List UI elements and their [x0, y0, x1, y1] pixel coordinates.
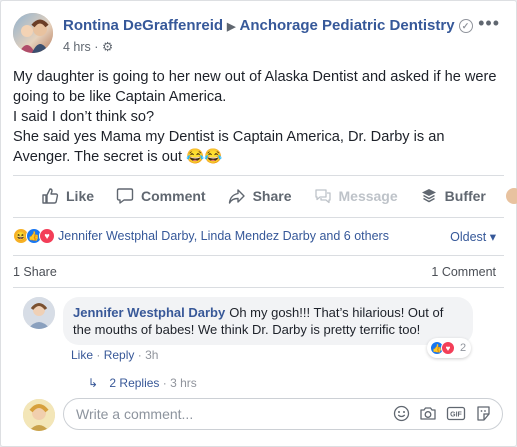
comment-bubble-icon — [116, 188, 134, 204]
messenger-icon — [314, 189, 331, 204]
post-body: My daughter is going to her new out of A… — [13, 67, 503, 167]
post-body-line: She said yes Mama my Dentist is Captain … — [13, 129, 448, 165]
view-replies-link[interactable]: ↳ 2 Replies · 3 hrs — [88, 376, 197, 390]
comment-sort-dropdown[interactable]: Oldest ▾ — [450, 229, 496, 244]
post-as-selector[interactable]: ▼ — [505, 188, 517, 204]
post-action-bar: Like Comment Share Message Buffer ▼ — [13, 181, 517, 211]
comment-count-link[interactable]: 1 Comment — [431, 265, 496, 279]
comment-button[interactable]: Comment — [116, 187, 206, 205]
comment-reaction-count: 2 — [460, 342, 467, 354]
comment-input-placeholder: Write a comment... — [76, 406, 194, 422]
like-button[interactable]: Like — [41, 187, 94, 205]
svg-text:GIF: GIF — [450, 412, 462, 419]
current-user-avatar[interactable] — [23, 399, 55, 431]
shared-to-arrow-icon: ▶ — [227, 21, 236, 33]
sticker-icon[interactable] — [475, 405, 492, 422]
post-card: Rontina DeGraffenreid ▶ Anchorage Pediatri… — [0, 0, 517, 447]
divider — [13, 287, 504, 288]
comment-input[interactable]: Write a comment... GIF — [63, 398, 503, 430]
comment-composer: Write a comment... GIF — [23, 398, 504, 432]
replies-count: 2 Replies — [109, 376, 160, 390]
replies-sep: · — [162, 376, 167, 390]
share-count-link[interactable]: 1 Share — [13, 265, 57, 279]
page-name-link[interactable]: Anchorage Pediatric Dentistry — [240, 17, 455, 34]
buffer-label: Buffer — [444, 188, 486, 204]
meta-separator: · — [94, 40, 99, 54]
divider — [13, 255, 504, 256]
comment-sep: · — [137, 348, 142, 362]
replies-time: 3 hrs — [170, 376, 197, 390]
reaction-icons[interactable]: 😆 👍 ♥ — [13, 228, 55, 244]
buffer-button[interactable]: Buffer — [420, 187, 486, 205]
divider — [13, 217, 504, 218]
post-body-line: My daughter is going to her new out of A… — [13, 69, 501, 105]
reactions-row: 😆 👍 ♥ Jennifer Westphal Darby, Linda Men… — [13, 227, 504, 245]
thumbs-up-icon — [42, 188, 59, 204]
small-avatar-icon — [505, 188, 517, 204]
comment-like-link[interactable]: Like — [71, 348, 93, 362]
privacy-gear-icon[interactable]: ⚙ — [102, 40, 113, 54]
share-label: Share — [252, 188, 292, 204]
message-label: Message — [338, 188, 398, 204]
gif-icon[interactable]: GIF — [446, 405, 466, 422]
comment-actions: Like · Reply · 3h — [71, 348, 158, 362]
buffer-stack-icon — [421, 189, 436, 203]
share-arrow-icon — [228, 189, 245, 204]
post-timestamp[interactable]: 4 hrs — [63, 40, 91, 54]
comment-bubble: Jennifer Westphal Darby Oh my gosh!!! Tha… — [63, 297, 473, 345]
reply-arrow-icon: ↳ — [88, 376, 99, 390]
share-button[interactable]: Share — [228, 187, 292, 205]
counts-row: 1 Share 1 Comment — [13, 265, 504, 279]
post-body-line: I said I don’t think so? — [13, 109, 155, 125]
divider — [13, 175, 504, 176]
verified-check-icon: ✓ — [458, 19, 473, 33]
love-reaction-icon: ♥ — [39, 228, 55, 244]
more-options-icon[interactable]: ••• — [478, 13, 500, 34]
love-reaction-icon: ♥ — [441, 341, 455, 355]
camera-icon[interactable] — [419, 405, 437, 422]
message-button[interactable]: Message — [314, 187, 398, 205]
author-avatar[interactable] — [13, 13, 53, 53]
commenter-avatar[interactable] — [23, 297, 55, 329]
reactors-summary-link[interactable]: Jennifer Westphal Darby, Linda Mendez Da… — [58, 229, 389, 243]
emoji-icon[interactable] — [393, 405, 410, 422]
comment-author-link[interactable]: Jennifer Westphal Darby — [73, 305, 225, 320]
comment-label: Comment — [141, 188, 206, 204]
comment-reply-link[interactable]: Reply — [104, 348, 135, 362]
comment-timestamp[interactable]: 3h — [145, 348, 158, 362]
author-name-link[interactable]: Rontina DeGraffenreid — [63, 17, 223, 34]
comment-sep: · — [96, 348, 101, 362]
like-label: Like — [66, 188, 95, 204]
comment-reaction-badge[interactable]: 👍 ♥ 2 — [427, 338, 472, 358]
post-header: Rontina DeGraffenreid ▶ Anchorage Pediatri… — [13, 13, 504, 59]
